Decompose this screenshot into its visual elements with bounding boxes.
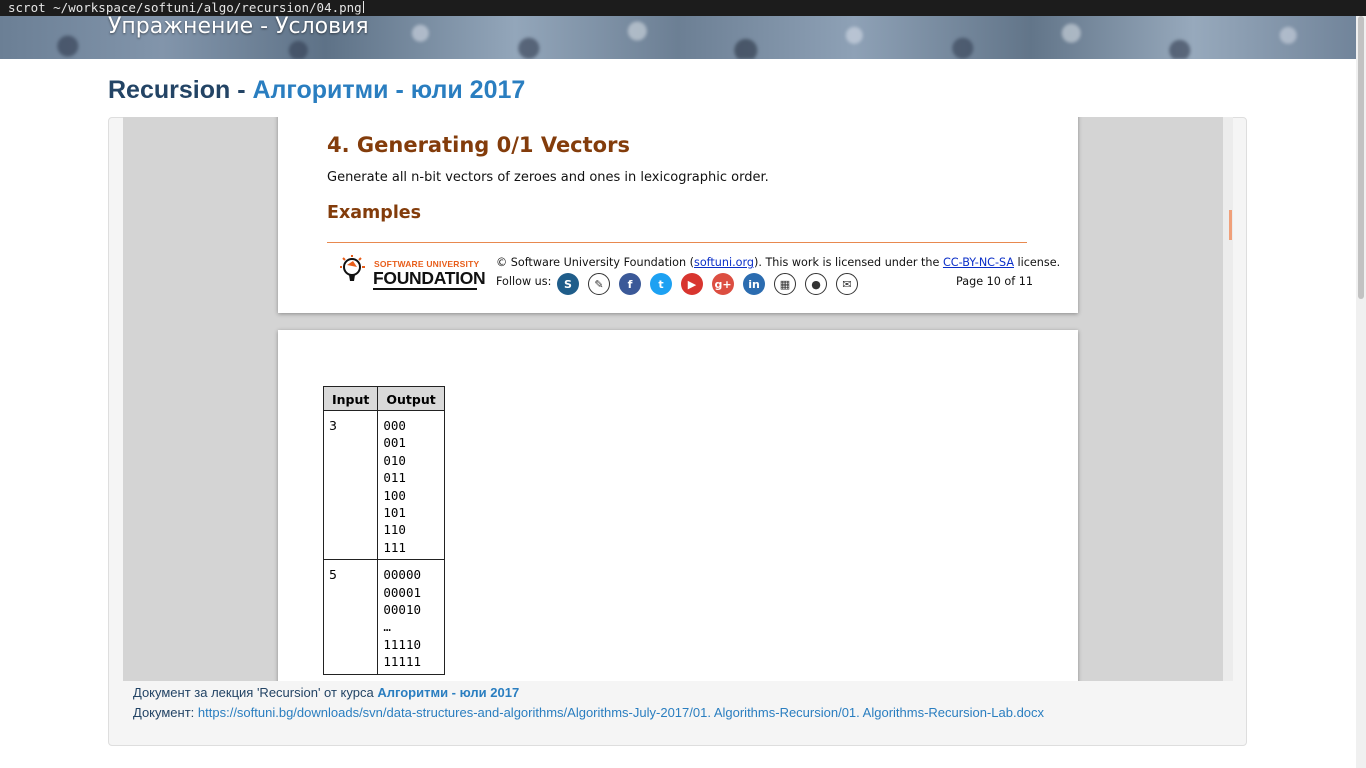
github-icon[interactable]: ● bbox=[805, 273, 827, 295]
youtube-icon[interactable]: ▶ bbox=[681, 273, 703, 295]
meta-course-link[interactable]: Алгоритми - юли 2017 bbox=[377, 685, 519, 700]
problem-description: Generate all n-bit vectors of zeroes and… bbox=[327, 170, 769, 185]
page-scrollbar-thumb[interactable] bbox=[1358, 16, 1364, 299]
header-banner: Упражнение - Условия bbox=[0, 16, 1356, 59]
copyright-pre: © Software University Foundation ( bbox=[496, 256, 694, 269]
follow-us-label: Follow us: bbox=[496, 275, 552, 288]
table-cell-input: 5 bbox=[322, 559, 379, 675]
softuni-icon[interactable]: S bbox=[557, 273, 579, 295]
forum-icon[interactable]: ✎ bbox=[588, 273, 610, 295]
document-page-11: Input Output 3 000 001 010 011 100 101 1… bbox=[278, 330, 1078, 681]
document-viewer[interactable]: 4. Generating 0/1 Vectors Generate all n… bbox=[123, 117, 1223, 681]
document-viewer-scroll-position[interactable] bbox=[1229, 210, 1232, 240]
table-row: 3 000 001 010 011 100 101 110 111 bbox=[322, 409, 445, 561]
table-cell-output: 00000 00001 00010 … 11110 11111 bbox=[377, 559, 445, 675]
copyright-mid: ). This work is licensed under the bbox=[753, 256, 943, 269]
meta-lecture-text: Документ за лекция 'Recursion' от курса bbox=[133, 685, 378, 700]
page-title: Recursion - Алгоритми - юли 2017 bbox=[108, 76, 525, 105]
page-scrollbar[interactable] bbox=[1356, 16, 1366, 768]
slideshare-icon[interactable]: ▦ bbox=[774, 273, 796, 295]
terminal-command-bar: scrot ~/workspace/softuni/algo/recursion… bbox=[0, 0, 1366, 16]
twitter-icon[interactable]: t bbox=[650, 273, 672, 295]
facebook-icon[interactable]: f bbox=[619, 273, 641, 295]
examples-heading: Examples bbox=[327, 203, 422, 223]
meta-line-lecture: Документ за лекция 'Recursion' от курса … bbox=[133, 683, 1044, 703]
page-title-separator: - bbox=[230, 76, 253, 104]
meta-line-document: Документ: https://softuni.bg/downloads/s… bbox=[133, 703, 1044, 723]
footer-divider bbox=[327, 242, 1027, 243]
table-header-row: Input Output bbox=[322, 386, 445, 411]
meta-document-link[interactable]: https://softuni.bg/downloads/svn/data-st… bbox=[198, 705, 1044, 720]
googleplus-icon[interactable]: g+ bbox=[712, 273, 734, 295]
terminal-cursor bbox=[362, 1, 364, 13]
copyright-post: license. bbox=[1014, 256, 1061, 269]
table-row: 5 00000 00001 00010 … 11110 11111 bbox=[322, 559, 445, 675]
page-number: Page 10 of 11 bbox=[956, 275, 1034, 288]
problem-title: 4. Generating 0/1 Vectors bbox=[327, 133, 630, 157]
table-header-input: Input bbox=[322, 386, 379, 411]
table-cell-input: 3 bbox=[322, 409, 379, 561]
softuni-foundation-logo: SOFTWARE UNIVERSITY FOUNDATION bbox=[330, 249, 486, 295]
copyright-notice: © Software University Foundation (softun… bbox=[496, 256, 1060, 269]
softuni-link[interactable]: softuni.org bbox=[694, 256, 754, 269]
email-icon[interactable]: ✉ bbox=[836, 273, 858, 295]
terminal-command: scrot ~/workspace/softuni/algo/recursion… bbox=[8, 0, 362, 15]
logo-underline bbox=[373, 288, 477, 290]
banner-title: Упражнение - Условия bbox=[108, 16, 369, 39]
page-title-lecture: Recursion bbox=[108, 76, 231, 104]
lightbulb-icon bbox=[340, 255, 365, 281]
document-viewer-scrollbar[interactable] bbox=[1223, 117, 1233, 681]
linkedin-icon[interactable]: in bbox=[743, 273, 765, 295]
meta-document-label: Документ: bbox=[133, 705, 198, 720]
examples-table: Input Output 3 000 001 010 011 100 101 1… bbox=[322, 386, 445, 675]
document-meta: Документ за лекция 'Recursion' от курса … bbox=[133, 683, 1044, 723]
table-header-output: Output bbox=[377, 386, 445, 411]
document-page-10: 4. Generating 0/1 Vectors Generate all n… bbox=[278, 117, 1078, 313]
logo-line2: FOUNDATION bbox=[373, 268, 486, 288]
table-cell-output: 000 001 010 011 100 101 110 111 bbox=[377, 409, 445, 561]
page-title-course-link[interactable]: Алгоритми - юли 2017 bbox=[252, 76, 525, 104]
social-icons: S ✎ f t ▶ g+ in ▦ ● ✉ bbox=[557, 273, 858, 295]
license-link[interactable]: CC-BY-NC-SA bbox=[943, 256, 1014, 269]
